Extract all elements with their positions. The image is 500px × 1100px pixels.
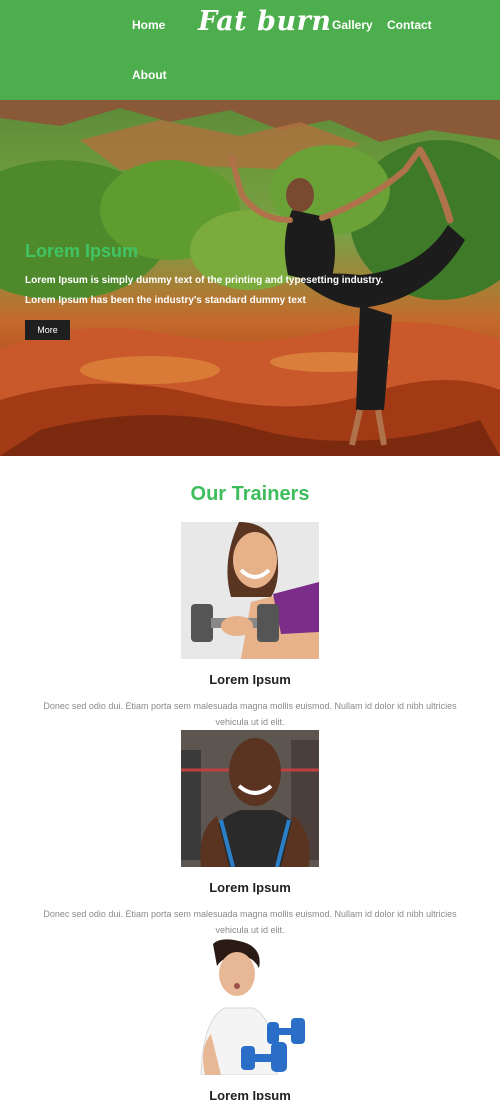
trainer-woman-dumbbell-icon (181, 522, 319, 659)
trainer-1-description: Donec sed odio dui. Etiam porta sem male… (43, 701, 457, 727)
hero-subtitle-line-2: Lorem Ipsum has been the industry's stan… (25, 295, 306, 306)
hero-subtitle-line-1: Lorem Ipsum is simply dummy text of the … (25, 275, 384, 286)
hero-banner: Lorem Ipsum Lorem Ipsum is simply dummy … (0, 100, 500, 456)
trainer-2-name: Lorem Ipsum (209, 880, 291, 895)
trainer-man-gym-icon (181, 730, 319, 867)
hero-more-button[interactable]: More (25, 320, 70, 340)
nav-home-link[interactable]: Home (132, 18, 165, 32)
trainer-1-photo (181, 522, 319, 659)
site-logo[interactable]: Fat burn (198, 6, 331, 37)
trainer-3-name: Lorem Ipsum (209, 1088, 291, 1100)
nav-gallery-link[interactable]: Gallery (332, 18, 373, 32)
nav-contact-link[interactable]: Contact (387, 18, 432, 32)
trainer-woman-blue-dumbbells-icon (181, 938, 319, 1075)
trainers-section: Our Trainers Lorem Ipsum Donec sed odio … (0, 456, 500, 1100)
trainers-section-title: Our Trainers (190, 483, 310, 505)
trainer-3-photo (181, 938, 319, 1075)
nav-about-link[interactable]: About (132, 68, 167, 82)
hero-title: Lorem Ipsum (25, 241, 139, 261)
trainer-1-name: Lorem Ipsum (209, 672, 291, 687)
trainer-2-description: Donec sed odio dui. Etiam porta sem male… (43, 909, 457, 935)
trainer-2-photo (181, 730, 319, 867)
site-header: Home Fat burn Gallery Contact About (0, 0, 500, 100)
